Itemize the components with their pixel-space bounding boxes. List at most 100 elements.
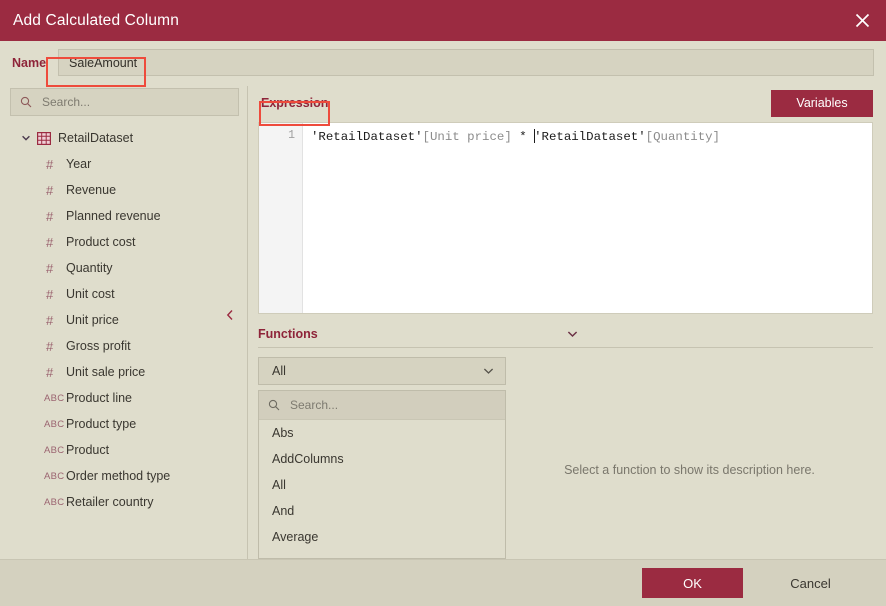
numeric-field-icon: # <box>46 234 54 250</box>
tree-field-label: Product cost <box>66 235 136 249</box>
field-list: # Year # Revenue # Planned revenue # Product co… <box>10 151 251 515</box>
tree-field-item[interactable]: # Unit price <box>10 307 251 333</box>
function-category-value: All <box>272 364 286 378</box>
chevron-left-icon <box>226 310 233 320</box>
dialog-body: RetailDataset # Year # Revenue # Planned reve… <box>0 84 886 559</box>
text-field-icon: ABC <box>44 470 65 482</box>
tree-field-label: Unit sale price <box>66 365 146 379</box>
text-field-icon: ABC <box>44 418 65 430</box>
tree-field-label: Order method type <box>66 469 171 483</box>
tree-field-label: Unit price <box>66 313 119 327</box>
search-icon <box>268 399 280 411</box>
numeric-field-icon: # <box>46 364 54 380</box>
fields-search-input[interactable] <box>40 94 229 110</box>
search-icon <box>20 96 32 108</box>
function-list-item[interactable]: Abs <box>259 420 505 446</box>
tree-field-item[interactable]: # Product cost <box>10 229 251 255</box>
chevron-down-icon[interactable] <box>21 133 37 143</box>
expression-label: Expression <box>261 96 329 110</box>
tree-field-label: Quantity <box>66 261 113 275</box>
function-list-item[interactable]: AddColumns <box>259 446 505 472</box>
name-input-wrapper[interactable] <box>58 49 874 76</box>
function-description-panel: Select a function to show its descriptio… <box>506 357 873 559</box>
expression-pane: Expression Variables 1 'RetailDataset'[U… <box>251 84 886 559</box>
tree-field-item[interactable]: # Year <box>10 151 251 177</box>
tree-field-item[interactable]: ABC Product type <box>10 411 251 437</box>
table-icon <box>37 131 51 145</box>
expr-token-table1: 'RetailDataset' <box>311 130 423 144</box>
tree-field-item[interactable]: # Unit sale price <box>10 359 251 385</box>
function-search-input[interactable] <box>288 397 496 413</box>
cancel-button[interactable]: Cancel <box>760 568 861 598</box>
functions-collapse-button[interactable] <box>567 330 578 338</box>
tree-field-label: Product line <box>66 391 133 405</box>
expr-token-table2: 'RetailDataset' <box>534 130 646 144</box>
numeric-field-icon: # <box>46 260 54 276</box>
numeric-field-icon: # <box>46 208 54 224</box>
numeric-field-icon: # <box>46 312 54 328</box>
numeric-field-icon: # <box>46 182 54 198</box>
functions-body: All Search... Abs AddColumns All And Ave… <box>258 357 873 559</box>
tree-field-label: Planned revenue <box>66 209 161 223</box>
name-label: Name <box>12 55 47 70</box>
functions-title: Functions <box>258 326 318 341</box>
dialog-titlebar: Add Calculated Column <box>0 0 886 41</box>
chevron-down-icon <box>483 364 494 378</box>
tree-node-retaildataset[interactable]: RetailDataset <box>10 125 251 151</box>
tree-field-item[interactable]: # Planned revenue <box>10 203 251 229</box>
variables-button[interactable]: Variables <box>771 89 873 117</box>
expression-editor[interactable]: 1 'RetailDataset'[Unit price] * 'RetailD… <box>258 122 873 314</box>
numeric-field-icon: # <box>46 156 54 172</box>
close-icon <box>855 13 869 28</box>
tree-field-label: Unit cost <box>66 287 115 301</box>
add-calculated-column-dialog: Add Calculated Column Name SaleAmount Se… <box>0 0 886 606</box>
dialog-title: Add Calculated Column <box>13 11 179 29</box>
expr-token-column1: [Unit price] <box>422 130 512 144</box>
numeric-field-icon: # <box>46 338 54 354</box>
tree-field-item[interactable]: ABC Retailer country <box>10 489 251 515</box>
fields-search-box[interactable] <box>10 88 239 116</box>
fields-pane: RetailDataset # Year # Revenue # Planned reve… <box>0 84 251 559</box>
tree-field-label: Product <box>66 443 110 457</box>
tree-field-label: Year <box>66 157 92 171</box>
tree-field-item[interactable]: # Revenue <box>10 177 251 203</box>
tree-field-label: Retailer country <box>66 495 154 509</box>
numeric-field-icon: # <box>46 286 54 302</box>
function-description-text: Select a function to show its descriptio… <box>564 463 815 477</box>
name-row: Name <box>0 41 886 84</box>
function-list-item[interactable]: And <box>259 498 505 524</box>
tree-field-label: Product type <box>66 417 137 431</box>
editor-gutter: 1 <box>259 123 303 313</box>
close-button[interactable] <box>838 0 886 41</box>
fields-tree: RetailDataset # Year # Revenue # Planned reve… <box>10 125 251 559</box>
chevron-down-icon <box>567 330 578 337</box>
tree-node-label: RetailDataset <box>58 131 134 145</box>
tree-field-item[interactable]: # Quantity <box>10 255 251 281</box>
text-field-icon: ABC <box>44 392 65 404</box>
function-list-item[interactable]: All <box>259 472 505 498</box>
pane-divider <box>247 86 248 559</box>
dialog-footer: OK Cancel <box>0 559 886 606</box>
functions-header: Functions <box>258 314 873 348</box>
expr-token-operator: * <box>511 130 535 144</box>
expression-code[interactable]: 'RetailDataset'[Unit price] * 'RetailDat… <box>303 123 872 313</box>
function-category-select[interactable]: All <box>258 357 506 385</box>
function-search-box[interactable] <box>259 391 505 420</box>
tree-field-item[interactable]: # Gross profit <box>10 333 251 359</box>
tree-field-label: Gross profit <box>66 339 131 353</box>
text-field-icon: ABC <box>44 496 65 508</box>
tree-field-item[interactable]: # Unit cost <box>10 281 251 307</box>
expression-header: Expression Variables <box>258 84 873 122</box>
expr-token-column2: [Quantity] <box>645 130 720 144</box>
name-input[interactable] <box>59 50 152 75</box>
tree-field-item[interactable]: ABC Product line <box>10 385 251 411</box>
function-listbox: AbsAddColumnsAllAndAverage <box>258 390 506 559</box>
tree-field-label: Revenue <box>66 183 117 197</box>
collapse-pane-button[interactable] <box>223 306 237 324</box>
function-list: Abs AddColumns All And Average <box>259 420 505 558</box>
ok-button[interactable]: OK <box>642 568 743 598</box>
tree-field-item[interactable]: ABC Order method type <box>10 463 251 489</box>
tree-field-item[interactable]: ABC Product <box>10 437 251 463</box>
functions-left-column: All Search... Abs AddColumns All And Ave… <box>258 357 506 559</box>
function-list-item[interactable]: Average <box>259 524 505 550</box>
